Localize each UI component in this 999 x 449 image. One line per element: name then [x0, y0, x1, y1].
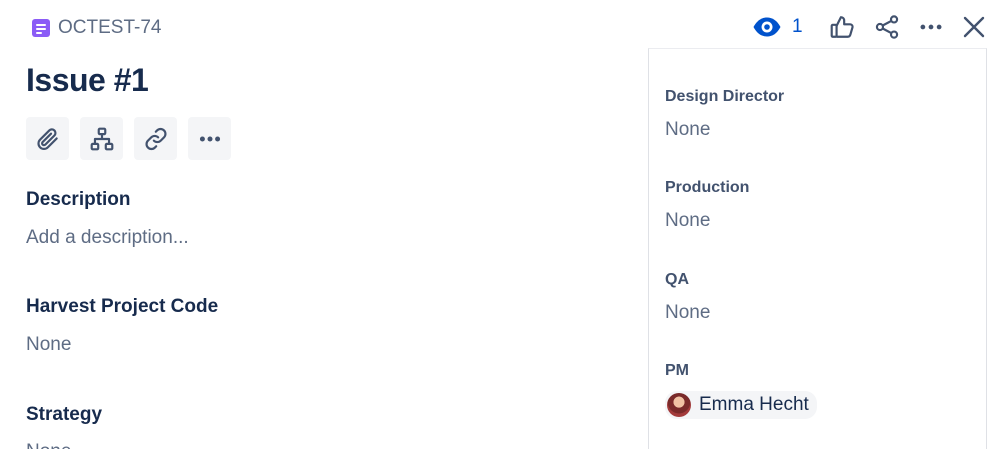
more-icon	[199, 136, 220, 141]
watch-button[interactable]: 1	[752, 16, 803, 38]
pm-name: Emma Hecht	[699, 394, 809, 415]
breadcrumb[interactable]: OCTEST-74	[32, 17, 161, 39]
issue-key[interactable]: OCTEST-74	[58, 17, 161, 39]
pm-label: PM	[665, 362, 689, 379]
attach-button[interactable]	[26, 117, 69, 160]
avatar	[667, 393, 691, 417]
child-issues-icon	[90, 127, 113, 150]
more-actions-button[interactable]	[188, 117, 231, 160]
thumbs-up-icon	[830, 16, 854, 38]
production-label: Production	[665, 179, 750, 196]
design-director-value[interactable]: None	[665, 119, 710, 141]
close-button[interactable]	[962, 15, 986, 39]
qa-value[interactable]: None	[665, 302, 710, 324]
design-director-label: Design Director	[665, 88, 785, 105]
description-field[interactable]: Add a description...	[26, 227, 189, 249]
link-issue-button[interactable]	[134, 117, 177, 160]
share-button[interactable]	[874, 14, 900, 40]
strategy-label: Strategy	[26, 404, 103, 425]
paperclip-icon	[36, 127, 58, 150]
share-icon	[875, 15, 898, 39]
qa-label: QA	[665, 271, 689, 288]
issue-main-pane: OCTEST-74 Issue #1 Description Add a des…	[0, 0, 636, 449]
watch-count: 1	[792, 16, 803, 37]
more-button[interactable]	[917, 14, 945, 40]
close-icon	[963, 16, 984, 38]
production-value[interactable]: None	[665, 210, 710, 232]
page-icon	[32, 19, 50, 37]
more-icon	[920, 24, 942, 30]
harvest-project-code-value[interactable]: None	[26, 334, 71, 356]
pm-user[interactable]: Emma Hecht	[665, 391, 817, 419]
child-issues-button[interactable]	[80, 117, 123, 160]
eye-icon	[753, 17, 781, 37]
description-label: Description	[26, 189, 131, 210]
harvest-project-code-label: Harvest Project Code	[26, 296, 219, 317]
link-icon	[144, 127, 167, 150]
issue-header-actions: 1	[752, 10, 986, 44]
details-panel: Design Director None Production None QA …	[648, 48, 987, 449]
strategy-value[interactable]: None	[26, 441, 71, 449]
issue-title[interactable]: Issue #1	[26, 62, 149, 99]
issue-toolbar	[26, 117, 231, 160]
like-button[interactable]	[829, 14, 855, 40]
